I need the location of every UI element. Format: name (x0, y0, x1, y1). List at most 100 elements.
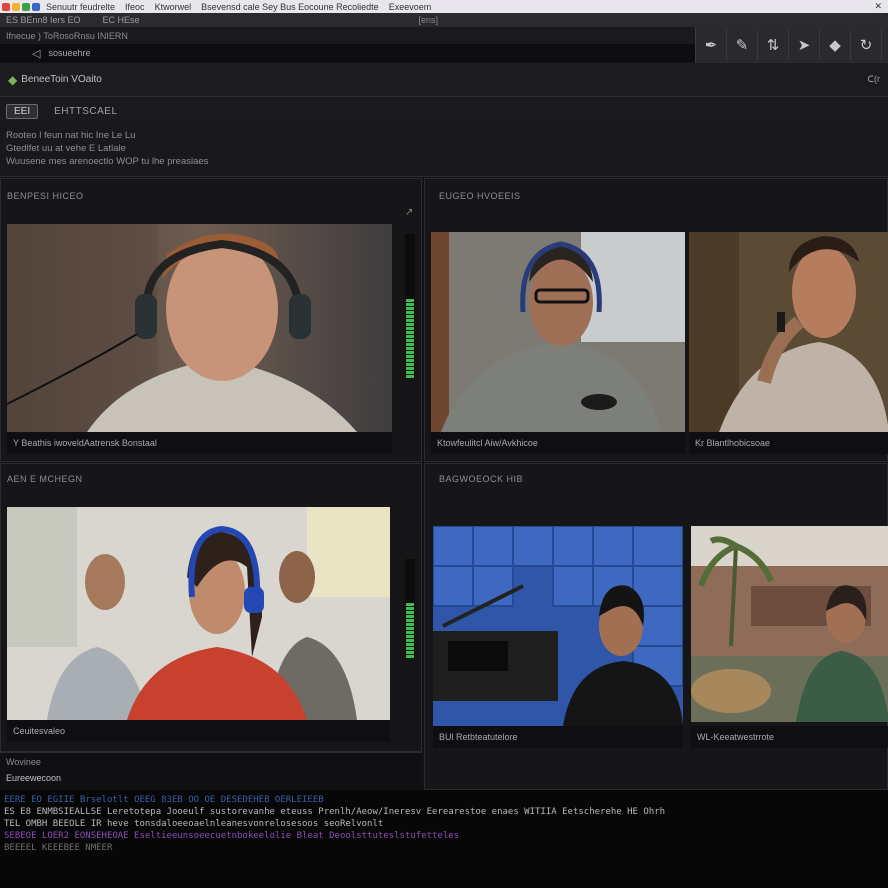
caption-text: Ceuitesvaleo (13, 726, 66, 736)
description-line: Wuusene mes arenoectlo WOP tu lhe preasl… (6, 156, 209, 167)
audio-meter (405, 559, 415, 659)
diamond-icon[interactable]: ◆ (820, 30, 851, 60)
address-path[interactable]: Ifnecue ) ToRosoRnsu INIERN (6, 31, 128, 41)
browser-tab[interactable]: Bsevensd cale Sey Bus Eocoune Recoliedte (201, 2, 379, 12)
adjust-icon[interactable]: ⇅ (758, 30, 789, 60)
caption-text: Y Beathis iwoveldAatrensk Bonstaal (13, 438, 157, 448)
arrow-icon[interactable]: ➤ (789, 30, 820, 60)
video-caption: Y Beathis iwoveldAatrensk Bonstaal (7, 432, 392, 454)
caption-text: WL-Keeatwestrrote (697, 732, 775, 742)
panel-title: BAGWOEOCK HIB (439, 474, 524, 484)
video-caption: WL-Keeatwestrrote (691, 726, 888, 748)
menu-extra[interactable]: [ens] (418, 15, 438, 25)
video-frame-icon (689, 232, 888, 432)
video-panel-bottom-left: AEN E MCHEGN Ceuitesvaleo (0, 463, 422, 752)
video-caption: Kr Blantlhobicsoae (689, 432, 888, 454)
menu-bar: ES BEnn8 Iers EO EC HEse [ens] (0, 13, 888, 27)
video-frame-icon (7, 507, 390, 720)
meter-segment (406, 359, 414, 362)
meter-segment (406, 647, 414, 650)
meter-segment (406, 307, 414, 310)
video-feed[interactable] (691, 526, 888, 722)
meter-segment (406, 651, 414, 654)
description-block: Rooteo l feun nat hic Ine Le Lu Gtedlfet… (0, 125, 888, 177)
meter-segment (406, 343, 414, 346)
url-bar: ◁ sosueehre (0, 44, 700, 62)
caption-text: Kr Blantlhobicsoae (695, 438, 771, 448)
meter-segment (406, 639, 414, 642)
console-log: EERE EO EGIIE Brselotlt OEEG 83EB OO OE … (0, 790, 888, 888)
video-caption: Ceuitesvaleo (7, 720, 390, 742)
video-panel-bottom-right: BAGWOEOCK HIB BUl Retbteatutelore WL-Kee… (424, 463, 888, 790)
caption-text: BUl Retbteatutelore (439, 732, 518, 742)
caption-text: Ktowfeulitcl Aiw/Avkhicoe (437, 438, 538, 448)
meter-segment (406, 635, 414, 638)
audio-meter (405, 234, 415, 379)
favicon-blue-icon (32, 2, 40, 11)
browser-tab-bar: Senuutr feudrelte Ifeoc Ktworwel Bsevens… (0, 0, 888, 13)
console-line: TEL OMBH BEEOLE IR heve tonsdaloeeoaelnl… (4, 819, 384, 829)
meter-segment (406, 351, 414, 354)
meter-segment (406, 363, 414, 366)
meter-segment (406, 643, 414, 646)
menu-item[interactable]: ES BEnn8 Iers EO (6, 15, 81, 25)
brush-icon[interactable]: ✒ (696, 30, 727, 60)
url-text[interactable]: sosueehre (48, 48, 90, 58)
meter-segment (406, 631, 414, 634)
meter-segment (406, 655, 414, 658)
tool-box: ✒ ✎ ⇅ ➤ ◆ ↻ (695, 27, 888, 63)
meter-segment (406, 603, 414, 606)
browser-tab[interactable]: Exeevoem (389, 2, 432, 12)
browser-tab[interactable]: Ktworwel (155, 2, 192, 12)
meter-segment (406, 315, 414, 318)
meter-segment (406, 311, 414, 314)
meter-segment (406, 611, 414, 614)
meter-segment (406, 607, 414, 610)
action-row: EEI EHTTSCAEL (0, 97, 888, 125)
app-logo-icon: ◆ (8, 72, 18, 87)
meter-segment (406, 623, 414, 626)
browser-tab[interactable]: Ifeoc (125, 2, 145, 12)
expand-icon[interactable]: ↗ (405, 207, 413, 218)
meter-segment (406, 367, 414, 370)
video-frame-icon (433, 526, 683, 726)
video-caption: BUl Retbteatutelore (433, 726, 683, 748)
panel-title: BENPESI HICEO (7, 191, 84, 201)
video-feed[interactable] (7, 224, 392, 432)
video-feed[interactable] (431, 232, 685, 432)
meter-segment (406, 339, 414, 342)
meter-segment (406, 299, 414, 302)
favicon-green-icon (22, 2, 30, 11)
pen-icon[interactable]: ✎ (727, 30, 758, 60)
video-panel-top-left: BENPESI HICEO ↗ Y Beathis iwoveldAatrens… (0, 178, 422, 462)
meter-segment (406, 335, 414, 338)
meter-segment (406, 355, 414, 358)
meter-segment (406, 323, 414, 326)
back-icon[interactable]: ◁ (32, 47, 40, 60)
meter-segment (406, 375, 414, 378)
console-line: SEBEOE LOER2 EONSEHEOAE Eseltieeunsoeecu… (4, 831, 460, 841)
console-line: BEEEEL KEEEBEE NMEER (4, 843, 113, 853)
edit-button[interactable]: EEI (6, 103, 39, 119)
meter-segment (406, 347, 414, 350)
description-line: Rooteo l feun nat hic Ine Le Lu (6, 130, 136, 141)
menu-item[interactable]: EC HEse (103, 15, 140, 25)
console-line: EERE EO EGIIE Brselotlt OEEG 83EB OO OE … (4, 795, 324, 805)
meter-segment (406, 615, 414, 618)
status-line: Eureewecoon (6, 773, 62, 783)
favicon-yellow-icon (12, 2, 20, 11)
refresh-icon[interactable]: ↻ (851, 30, 882, 60)
video-feed[interactable] (689, 232, 888, 432)
video-feed[interactable] (433, 526, 683, 726)
description-line: Gtedlfet uu at vehe E Latlale (6, 143, 126, 154)
close-icon[interactable]: ✕ (874, 1, 882, 12)
video-feed[interactable] (7, 507, 390, 720)
browser-tab[interactable]: Senuutr feudrelte (46, 2, 115, 12)
favicon-group (2, 2, 40, 11)
favicon-red-icon (2, 2, 10, 11)
meter-segment (406, 303, 414, 306)
help-link[interactable]: ᑕ(r (867, 74, 880, 85)
console-line: ES E8 ENMBSIEALLSE Leretotepa Jooeulf su… (4, 807, 666, 817)
video-frame-icon (691, 526, 888, 722)
video-frame-icon (431, 232, 685, 432)
